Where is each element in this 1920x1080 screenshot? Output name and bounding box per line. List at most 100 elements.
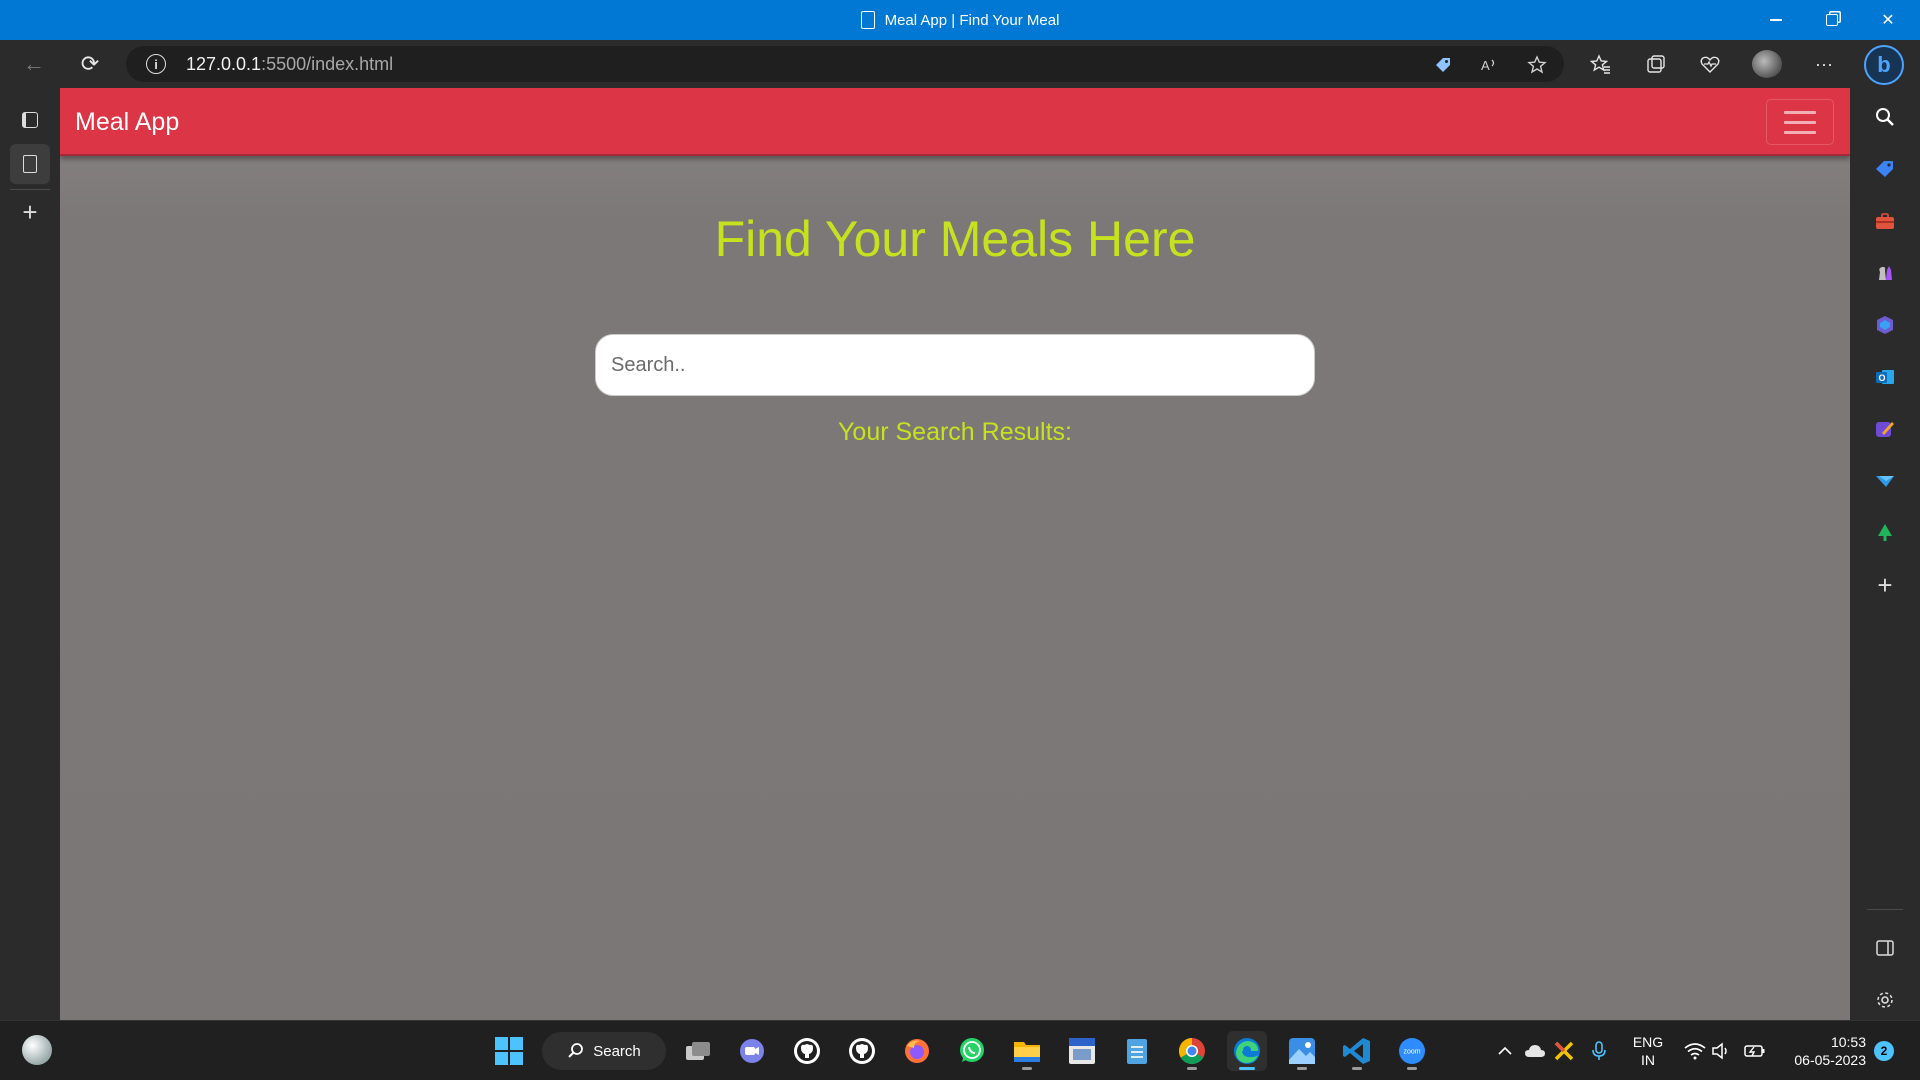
shopping-icon (1876, 161, 1893, 177)
search-input[interactable] (595, 334, 1315, 396)
restore-button[interactable] (1804, 0, 1860, 40)
browser-essentials-button[interactable] (1692, 46, 1728, 82)
document-icon (860, 11, 875, 29)
volume-tray-button[interactable] (1710, 1040, 1732, 1062)
weather-widget-icon[interactable] (22, 1035, 52, 1065)
github-desktop-button[interactable] (787, 1031, 827, 1071)
hamburger-bar (1784, 110, 1816, 114)
sidebar-shopping-button[interactable] (1870, 154, 1900, 184)
microphone-tray-button[interactable] (1588, 1040, 1610, 1062)
running-indicator (1407, 1067, 1417, 1070)
wifi-tray-button[interactable] (1684, 1040, 1706, 1062)
window-title-text: Meal App | Find Your Meal (884, 11, 1060, 29)
tree-icon (1878, 524, 1892, 541)
file-explorer-button[interactable] (1007, 1031, 1047, 1071)
start-icon (495, 1037, 523, 1065)
settings-more-button[interactable]: ··· (1806, 46, 1842, 82)
running-indicator (1352, 1067, 1362, 1070)
bing-copilot-icon: b (1877, 52, 1891, 77)
whatsapp-icon (960, 1038, 984, 1062)
add-favorite-icon[interactable] (1526, 54, 1548, 76)
show-hidden-icons-button[interactable] (1494, 1040, 1516, 1062)
sidebar-drop-button[interactable] (1870, 466, 1900, 496)
taskview-icon (686, 1042, 710, 1060)
page-heading: Find Your Meals Here (714, 211, 1196, 267)
profile-avatar[interactable] (1752, 50, 1782, 78)
battery-tray-button[interactable] (1744, 1040, 1766, 1062)
teams-chat-button[interactable] (732, 1031, 772, 1071)
sidebar-add-app-button[interactable]: + (1870, 570, 1900, 600)
sidebar-games-button[interactable] (1870, 258, 1900, 288)
sidebar-toggle-button[interactable] (1870, 933, 1900, 963)
favorites-button[interactable] (1582, 46, 1618, 82)
edge-button[interactable] (1227, 1031, 1267, 1071)
tab-actions-icon (22, 112, 38, 128)
sidebar-search-button[interactable] (1870, 102, 1900, 132)
close-button[interactable]: ✕ (1860, 0, 1916, 40)
app-tray-button[interactable] (1553, 1040, 1575, 1062)
onedrive-tray-button[interactable] (1524, 1040, 1546, 1062)
url-path: :5500/index.html (261, 54, 394, 74)
taskbar-search-button[interactable]: Search (542, 1032, 666, 1070)
close-icon: ✕ (1881, 12, 1895, 29)
navbar-toggler-button[interactable] (1766, 99, 1834, 145)
taskbar-app-button[interactable] (1062, 1031, 1102, 1071)
new-tab-button[interactable]: + (10, 192, 50, 232)
browser-toolbar: ← ⟳ i 127.0.0.1:5500/index.html A ··· b (0, 40, 1920, 88)
sidebar-microsoft-365-button[interactable] (1870, 310, 1900, 340)
coupon-tag-icon[interactable] (1432, 54, 1454, 76)
chrome-button[interactable] (1172, 1031, 1212, 1071)
notepad-icon (1127, 1039, 1147, 1064)
designer-icon (1876, 422, 1894, 437)
browser-sidebar: O + (1850, 88, 1920, 1020)
browser-essentials-icon (1700, 56, 1720, 73)
site-info-icon[interactable]: i (146, 54, 166, 74)
sidebar-outlook-button[interactable]: O (1870, 362, 1900, 392)
back-arrow-icon: ← (23, 51, 45, 76)
new-tab-plus-icon: + (22, 196, 38, 227)
taskview-button[interactable] (678, 1031, 718, 1071)
github-button[interactable] (842, 1031, 882, 1071)
sidebar-tree-button[interactable] (1870, 518, 1900, 548)
chevron-up-icon (1498, 1046, 1512, 1055)
back-button[interactable]: ← (16, 46, 52, 82)
hamburger-bar (1784, 130, 1816, 134)
firefox-button[interactable] (897, 1031, 937, 1071)
navbar-brand[interactable]: Meal App (75, 88, 179, 156)
microsoft-365-icon (1877, 316, 1893, 334)
language-code: ENG (1632, 1034, 1664, 1050)
bing-copilot-button[interactable]: b (1864, 45, 1904, 85)
svg-text:O: O (1879, 373, 1886, 383)
vertical-tab-page-icon (23, 155, 37, 173)
clock-date: 06-05-2023 (1794, 1052, 1866, 1068)
address-bar[interactable]: i 127.0.0.1:5500/index.html A (126, 46, 1564, 82)
url-text[interactable]: 127.0.0.1:5500/index.html (186, 46, 393, 82)
sidebar-designer-button[interactable] (1870, 414, 1900, 444)
favorites-icon (1589, 54, 1610, 74)
search-icon (1876, 108, 1894, 126)
vscode-button[interactable] (1337, 1031, 1377, 1071)
sidebar-settings-button[interactable] (1870, 985, 1900, 1015)
window-title-bar: Meal App | Find Your Meal ✕ (0, 0, 1920, 40)
edge-icon (1234, 1038, 1260, 1064)
refresh-button[interactable]: ⟳ (72, 46, 108, 82)
input-language-indicator[interactable]: ENG IN (1628, 1033, 1668, 1069)
photos-button[interactable] (1282, 1031, 1322, 1071)
read-aloud-icon[interactable]: A (1478, 54, 1500, 76)
minimize-button[interactable] (1748, 0, 1804, 40)
microphone-icon (1592, 1041, 1606, 1060)
tab-actions-button[interactable] (10, 100, 50, 140)
notification-badge[interactable]: 2 (1874, 1041, 1894, 1061)
clock[interactable]: 10:53 06-05-2023 (1780, 1033, 1866, 1069)
vscode-icon (1343, 1038, 1370, 1064)
start-button[interactable] (489, 1031, 529, 1071)
vertical-tab-active[interactable] (10, 144, 50, 184)
collections-button[interactable] (1638, 46, 1674, 82)
whatsapp-button[interactable] (952, 1031, 992, 1071)
notepad-button[interactable] (1117, 1031, 1157, 1071)
drop-icon (1876, 476, 1894, 487)
zoom-button[interactable]: zoom (1392, 1031, 1432, 1071)
sidebar-tools-button[interactable] (1870, 206, 1900, 236)
x-tray-icon (1554, 1041, 1574, 1061)
cloud-icon (1525, 1045, 1545, 1057)
